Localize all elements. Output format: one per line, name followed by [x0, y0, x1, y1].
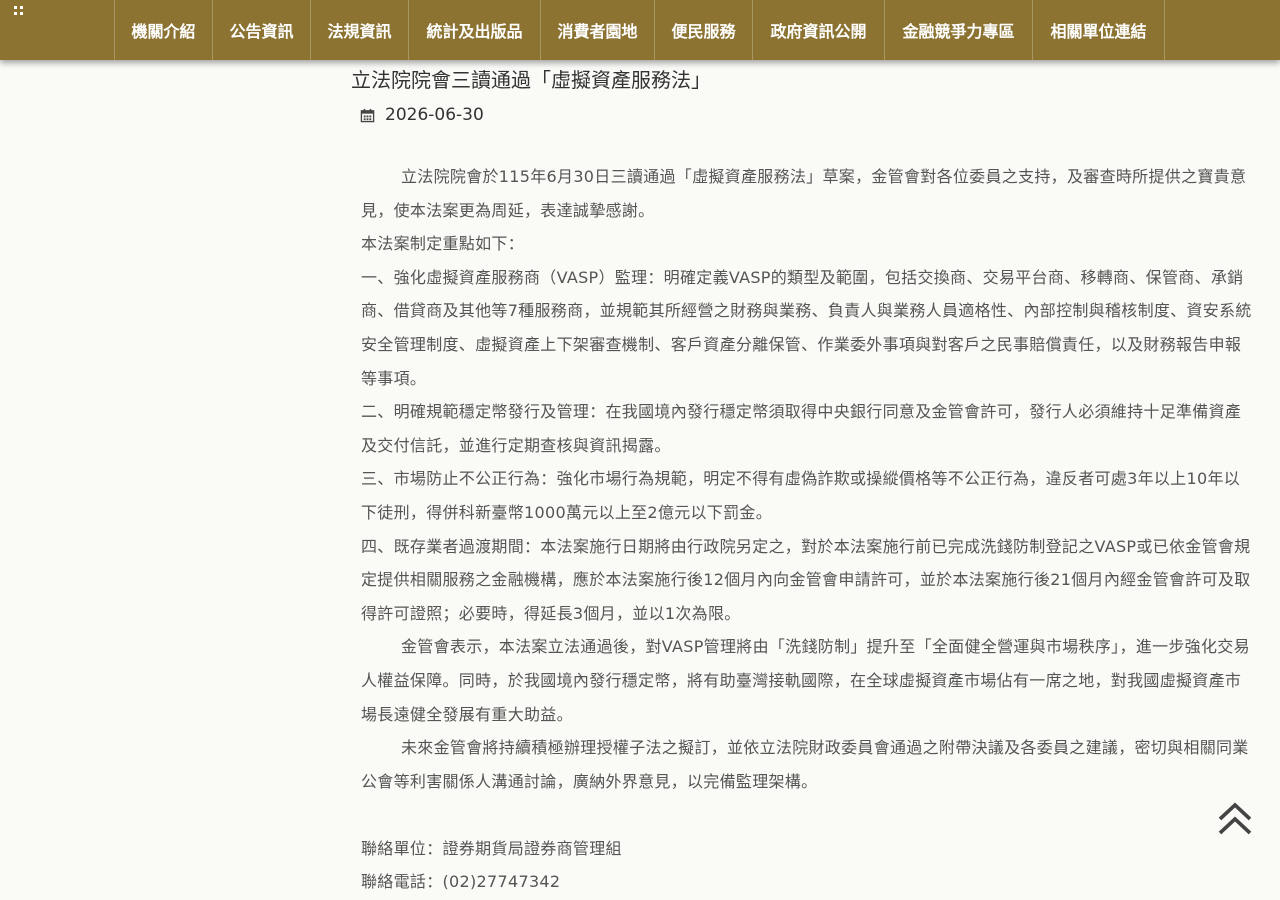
contact-unit: 聯絡單位：證券期貨局證券商管理組: [361, 838, 622, 858]
article-container: 立法院院會三讀通過「虛擬資產服務法」 2026-06-30 立法院院會於115年…: [0, 0, 1280, 900]
nav-item-6[interactable]: 便民服務: [655, 0, 753, 60]
contact-phone: 聯絡電話：(02)27747342: [361, 872, 561, 892]
article-paragraph: 一、強化虛擬資產服務商（VASP）監理：明確定義VASP的類型及範圍，包括交換商…: [361, 267, 1252, 388]
article-paragraph: 二、明確規範穩定幣發行及管理：在我國境內發行穩定幣須取得中央銀行同意及金管會許可…: [361, 402, 1242, 455]
nav-item-5[interactable]: 消費者園地: [541, 0, 655, 60]
article-body: 立法院院會於115年6月30日三讀通過「虛擬資產服務法」草案，金管會對各位委員之…: [361, 160, 1253, 899]
article-date-row: 2026-06-30: [360, 105, 484, 125]
article-paragraph: 三、市場防止不公正行為：強化市場行為規範，明定不得有虛偽詐欺或操縱價格等不公正行…: [361, 469, 1241, 522]
nav-item-2[interactable]: 公告資訊: [213, 0, 311, 60]
article-date: 2026-06-30: [385, 105, 484, 125]
calendar-icon: [360, 108, 375, 122]
nav-item-7[interactable]: 政府資訊公開: [753, 0, 885, 60]
main-menu: 機關介紹 公告資訊 法規資訊 統計及出版品 消費者園地 便民服務 政府資訊公開 金融競爭力專區…: [114, 0, 1165, 60]
nav-item-9[interactable]: 相關單位連結: [1033, 0, 1165, 60]
article-title: 立法院院會三讀通過「虛擬資產服務法」: [351, 68, 711, 92]
article-paragraph: 立法院院會於115年6月30日三讀通過「虛擬資產服務法」草案，金管會對各位委員之…: [361, 167, 1247, 220]
grip-icon[interactable]: [14, 6, 26, 16]
nav-item-1[interactable]: 機關介紹: [115, 0, 213, 60]
nav-item-4[interactable]: 統計及出版品: [409, 0, 541, 60]
back-to-top-icon[interactable]: [1216, 800, 1254, 838]
nav-item-3[interactable]: 法規資訊: [311, 0, 409, 60]
article-paragraph: 四、既存業者過渡期間：本法案施行日期將由行政院另定之，對於本法案施行前已完成洗錢…: [361, 536, 1251, 623]
article-paragraph: 金管會表示，本法案立法通過後，對VASP管理將由「洗錢防制」提升至「全面健全營運…: [361, 637, 1250, 724]
article-paragraph: 本法案制定重點如下：: [361, 234, 525, 254]
article-paragraph: 未來金管會將持續積極辦理授權子法之擬訂，並依立法院財政委員會通過之附帶決議及各委…: [361, 738, 1249, 791]
main-navbar: 機關介紹 公告資訊 法規資訊 統計及出版品 消費者園地 便民服務 政府資訊公開 金融競爭力專區…: [0, 0, 1280, 60]
nav-item-8[interactable]: 金融競爭力專區: [885, 0, 1033, 60]
